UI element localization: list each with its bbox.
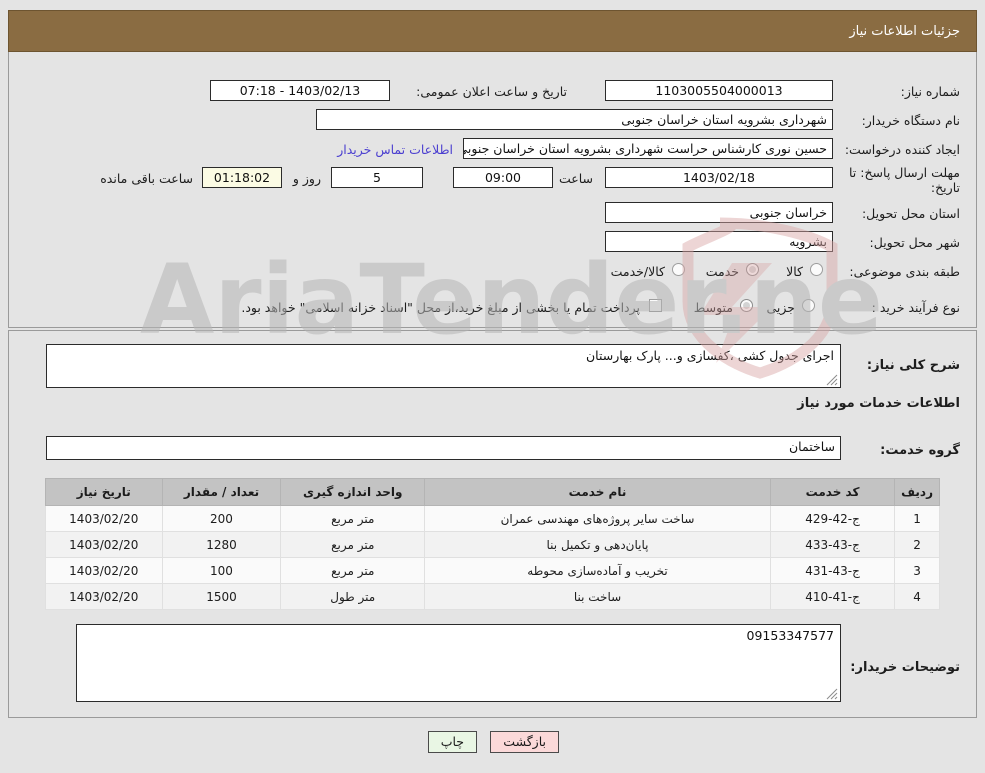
radio-category-kala-label: کالا	[786, 264, 803, 279]
city-value: بشرویه	[605, 231, 833, 252]
radio-category-kala-khedmat-label: کالا/خدمت	[610, 264, 665, 279]
buyer-notes-textarea[interactable]: 09153347577	[76, 624, 841, 702]
hour-label: ساعت	[558, 171, 593, 186]
summary-value: اجرای جدول کشی ،کفسازی و... پارک بهارستا…	[586, 348, 834, 363]
cell-qty: 1280	[161, 531, 282, 558]
treasury-note-text: پرداخت تمام یا بخشی از مبلغ خرید،از محل …	[241, 300, 640, 315]
radio-category-kala-khedmat[interactable]	[672, 263, 685, 276]
cell-date: 1403/02/20	[45, 505, 163, 532]
cell-date: 1403/02/20	[45, 531, 163, 558]
buyer-org-value: شهرداری بشرویه استان خراسان جنوبی	[316, 109, 833, 130]
page-root: AriaTender.net جزئیات اطلاعات نیاز شماره…	[0, 0, 985, 773]
cell-name: ساخت بنا	[424, 583, 771, 610]
public-announce-value: 1403/02/13 - 07:18	[210, 80, 390, 101]
radio-category-kala[interactable]	[810, 263, 823, 276]
radio-category-khedmat-label: خدمت	[705, 264, 739, 279]
city-label: شهر محل تحویل:	[869, 235, 960, 250]
hour-value: 09:00	[453, 167, 553, 188]
province-value: خراسان جنوبی	[605, 202, 833, 223]
process-label: نوع فرآیند خرید :	[871, 300, 960, 315]
table-row: 1 ج-42-429 ساخت سایر پروژه‌های مهندسی عم…	[45, 505, 940, 532]
countdown-value: 01:18:02	[202, 167, 282, 188]
countdown-suffix-label: ساعت باقی مانده	[100, 171, 193, 186]
back-button[interactable]: بازگشت	[490, 731, 559, 753]
deadline-label: مهلت ارسال پاسخ: تا تاریخ:	[849, 165, 960, 195]
category-label: طبقه بندی موضوعی:	[849, 264, 960, 279]
radio-process-jozii[interactable]	[802, 299, 815, 312]
requester-value: حسین نوری کارشناس حراست شهرداری بشرویه ا…	[463, 138, 833, 159]
th-radif: ردیف	[894, 478, 940, 506]
cell-radif: 2	[894, 531, 940, 558]
cell-qty: 1500	[161, 583, 282, 610]
summary-label: شرح کلی نیاز:	[866, 358, 960, 373]
cell-unit: متر مربع	[280, 557, 426, 584]
radio-process-motavaset-label: متوسط	[693, 300, 733, 315]
print-button[interactable]: چاپ	[427, 731, 477, 753]
buyer-notes-value: 09153347577	[746, 628, 834, 643]
cell-code: ج-43-431	[769, 557, 896, 584]
buyer-org-label: نام دستگاه خریدار:	[861, 113, 960, 128]
cell-radif: 3	[894, 557, 940, 584]
service-group-label: گروه خدمت:	[880, 443, 960, 458]
table-row: 2 ج-43-433 پایان‌دهی و تکمیل بنا متر مرب…	[45, 531, 940, 558]
resize-grip-icon[interactable]	[826, 688, 838, 700]
th-code: کد خدمت	[769, 478, 896, 506]
resize-grip-icon[interactable]	[826, 374, 838, 386]
th-date: تاریخ نیاز	[45, 478, 163, 506]
table-row: 4 ج-41-410 ساخت بنا متر طول 1500 1403/02…	[45, 583, 940, 610]
radio-category-khedmat[interactable]	[746, 263, 759, 276]
public-announce-label: تاریخ و ساعت اعلان عمومی:	[416, 84, 567, 99]
cell-name: پایان‌دهی و تکمیل بنا	[424, 531, 771, 558]
th-qty: تعداد / مقدار	[161, 478, 282, 506]
cell-name: تخریب و آماده‌سازی محوطه	[424, 557, 771, 584]
province-label: استان محل تحویل:	[861, 206, 960, 221]
service-group-value: ساختمان	[46, 436, 841, 460]
summary-textarea[interactable]: اجرای جدول کشی ،کفسازی و... پارک بهارستا…	[46, 344, 841, 388]
th-unit: واحد اندازه گیری	[280, 478, 426, 506]
cell-radif: 1	[894, 505, 940, 532]
cell-date: 1403/02/20	[45, 557, 163, 584]
days-remaining-value: 5	[331, 167, 423, 188]
requester-label: ایجاد کننده درخواست:	[844, 142, 960, 157]
cell-unit: متر مربع	[280, 531, 426, 558]
cell-code: ج-42-429	[769, 505, 896, 532]
cell-name: ساخت سایر پروژه‌های مهندسی عمران	[424, 505, 771, 532]
deadline-date-value: 1403/02/18	[605, 167, 833, 188]
services-section-title: اطلاعات خدمات مورد نیاز	[797, 396, 960, 411]
th-name: نام خدمت	[424, 478, 771, 506]
radio-process-motavaset[interactable]	[740, 299, 753, 312]
cell-code: ج-43-433	[769, 531, 896, 558]
cell-qty: 200	[161, 505, 282, 532]
services-table-body: 1 ج-42-429 ساخت سایر پروژه‌های مهندسی عم…	[45, 505, 940, 610]
days-suffix-label: روز و	[292, 171, 321, 186]
treasury-bond-checkbox[interactable]	[649, 299, 662, 312]
radio-process-jozii-label: جزیی	[766, 300, 795, 315]
cell-unit: متر طول	[280, 583, 426, 610]
buyer-notes-label: توضیحات خریدار:	[850, 660, 960, 675]
page-title-bar: جزئیات اطلاعات نیاز	[8, 10, 977, 52]
cell-code: ج-41-410	[769, 583, 896, 610]
services-table: ردیف کد خدمت نام خدمت واحد اندازه گیری ت…	[45, 478, 940, 610]
cell-radif: 4	[894, 583, 940, 610]
page-title: جزئیات اطلاعات نیاز	[849, 23, 960, 39]
buyer-contact-link[interactable]: اطلاعات تماس خریدار	[337, 142, 453, 157]
need-number-value: 1103005504000013	[605, 80, 833, 101]
cell-qty: 100	[161, 557, 282, 584]
cell-date: 1403/02/20	[45, 583, 163, 610]
table-header-row: ردیف کد خدمت نام خدمت واحد اندازه گیری ت…	[45, 478, 940, 506]
table-row: 3 ج-43-431 تخریب و آماده‌سازی محوطه متر …	[45, 557, 940, 584]
need-number-label: شماره نیاز:	[900, 84, 960, 99]
cell-unit: متر مربع	[280, 505, 426, 532]
